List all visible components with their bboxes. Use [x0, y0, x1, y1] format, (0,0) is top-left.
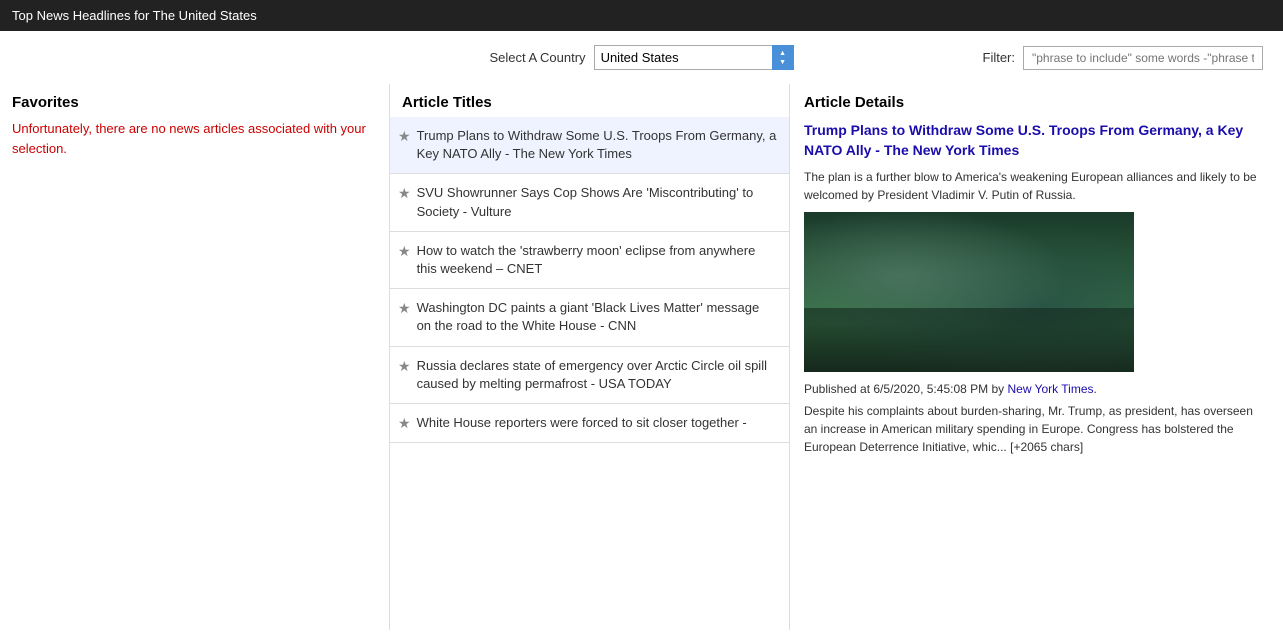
article-list-item[interactable]: ★ Trump Plans to Withdraw Some U.S. Troop…	[390, 117, 789, 174]
country-label: Select A Country	[489, 50, 585, 65]
filter-label: Filter:	[983, 50, 1016, 65]
country-select-wrapper[interactable]: United StatesCanadaUnited KingdomAustral…	[594, 45, 794, 70]
articles-list: ★ Trump Plans to Withdraw Some U.S. Troop…	[390, 117, 789, 443]
article-titles-heading: Article Titles	[390, 84, 789, 117]
article-title-text: Washington DC paints a giant 'Black Live…	[417, 299, 777, 335]
article-titles-panel: Article Titles ★ Trump Plans to Withdraw …	[390, 84, 790, 630]
article-list-item[interactable]: ★ SVU Showrunner Says Cop Shows Are 'Misc…	[390, 174, 789, 231]
article-title-text: White House reporters were forced to sit…	[417, 414, 747, 432]
article-list-item[interactable]: ★ White House reporters were forced to si…	[390, 404, 789, 443]
detail-published: Published at 6/5/2020, 5:45:08 PM by New…	[804, 382, 1269, 396]
favorites-title: Favorites	[12, 94, 377, 111]
detail-image	[804, 212, 1134, 372]
detail-article-title[interactable]: Trump Plans to Withdraw Some U.S. Troops…	[804, 121, 1269, 160]
star-icon[interactable]: ★	[398, 243, 411, 260]
star-icon[interactable]: ★	[398, 128, 411, 145]
detail-body: Despite his complaints about burden-shar…	[804, 402, 1269, 456]
article-title-text: SVU Showrunner Says Cop Shows Are 'Misco…	[417, 184, 777, 220]
detail-published-text: Published at 6/5/2020, 5:45:08 PM by	[804, 382, 1004, 396]
article-list-item[interactable]: ★ Washington DC paints a giant 'Black Liv…	[390, 289, 789, 346]
page-header: Top News Headlines for The United States	[0, 0, 1283, 31]
article-list-item[interactable]: ★ Russia declares state of emergency over…	[390, 347, 789, 404]
filter-group: Filter:	[983, 46, 1264, 70]
star-icon[interactable]: ★	[398, 358, 411, 375]
article-list-item[interactable]: ★ How to watch the 'strawberry moon' ecli…	[390, 232, 789, 289]
detail-description: The plan is a further blow to America's …	[804, 168, 1269, 204]
star-icon[interactable]: ★	[398, 185, 411, 202]
article-title-text: Russia declares state of emergency over …	[417, 357, 777, 393]
star-icon[interactable]: ★	[398, 415, 411, 432]
article-details-panel: Article Details Trump Plans to Withdraw …	[790, 84, 1283, 630]
country-selector-group: Select A Country United StatesCanadaUnit…	[489, 45, 793, 70]
star-icon[interactable]: ★	[398, 300, 411, 317]
filter-input[interactable]	[1023, 46, 1263, 70]
article-title-text: How to watch the 'strawberry moon' eclip…	[417, 242, 777, 278]
favorites-panel: Favorites Unfortunately, there are no ne…	[0, 84, 390, 630]
detail-source-link[interactable]: New York Times	[1007, 382, 1093, 396]
country-select[interactable]: United StatesCanadaUnited KingdomAustral…	[594, 45, 794, 70]
article-details-heading: Article Details	[804, 94, 1269, 111]
article-title-text: Trump Plans to Withdraw Some U.S. Troops…	[417, 127, 777, 163]
header-title: Top News Headlines for The United States	[12, 8, 257, 23]
favorites-empty-message: Unfortunately, there are no news article…	[12, 119, 377, 158]
main-layout: Favorites Unfortunately, there are no ne…	[0, 84, 1283, 630]
controls-bar: Select A Country United StatesCanadaUnit…	[0, 31, 1283, 84]
